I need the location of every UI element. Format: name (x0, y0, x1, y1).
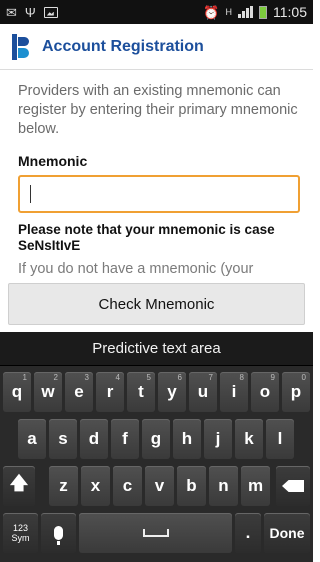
key-s[interactable]: s (49, 419, 77, 459)
key-f[interactable]: f (111, 419, 139, 459)
key-w[interactable]: w2 (34, 372, 62, 412)
mnemonic-input[interactable] (20, 177, 298, 211)
mic-key[interactable] (41, 513, 76, 553)
no-mnemonic-text: If you do not have a mnemonic (your (18, 261, 254, 277)
usb-icon: Ψ (24, 4, 36, 20)
app-header: Account Registration (0, 24, 313, 70)
shift-arrow-icon: 🡅 (9, 473, 29, 493)
key-n[interactable]: n (209, 466, 238, 506)
key-j[interactable]: j (204, 419, 232, 459)
key-e[interactable]: e3 (65, 372, 93, 412)
key-h[interactable]: h (173, 419, 201, 459)
keyboard-row-2: asdfghjkl (0, 419, 313, 461)
space-bar-icon (142, 529, 169, 537)
space-key[interactable] (79, 513, 232, 553)
mnemonic-field-wrapper[interactable] (18, 175, 300, 213)
key-o[interactable]: o9 (251, 372, 279, 412)
key-x[interactable]: x (81, 466, 110, 506)
done-key[interactable]: Done (264, 513, 310, 553)
soft-keyboard: Predictive text area q1w2e3r4t5y6u7i8o9p… (0, 332, 313, 562)
key-i[interactable]: i8 (220, 372, 248, 412)
key-number-hint: 6 (177, 373, 182, 382)
key-y[interactable]: y6 (158, 372, 186, 412)
key-g[interactable]: g (142, 419, 170, 459)
key-l[interactable]: l (266, 419, 294, 459)
page-title: Account Registration (42, 37, 204, 55)
app-logo-icon (12, 33, 30, 60)
key-c[interactable]: c (113, 466, 142, 506)
status-time: 11:05 (273, 4, 307, 20)
mnemonic-label: Mnemonic (18, 153, 88, 169)
case-sensitive-note: Please note that your mnemonic is case S… (18, 222, 275, 253)
key-number-hint: 3 (84, 373, 89, 382)
signal-icon (238, 6, 253, 18)
registration-form: Providers with an existing mnemonic can … (18, 82, 300, 279)
key-a[interactable]: a (18, 419, 46, 459)
key-number-hint: 5 (146, 373, 151, 382)
key-r[interactable]: r4 (96, 372, 124, 412)
alarm-icon: ⏰ (203, 4, 220, 20)
intro-text: Providers with an existing mnemonic can … (18, 83, 298, 137)
key-number-hint: 8 (239, 373, 244, 382)
text-cursor (30, 185, 31, 203)
key-p[interactable]: p0 (282, 372, 310, 412)
battery-icon (259, 5, 267, 19)
key-v[interactable]: v (145, 466, 174, 506)
network-type-icon: H (225, 6, 233, 17)
image-notification-icon (43, 6, 58, 18)
shift-key[interactable]: 🡅 (3, 466, 35, 506)
keyboard-row-4: 123 Sym . Done (0, 513, 313, 555)
key-number-hint: 1 (22, 373, 27, 382)
key-u[interactable]: u7 (189, 372, 217, 412)
key-number-hint: 9 (270, 373, 275, 382)
period-key[interactable]: . (235, 513, 261, 553)
key-m[interactable]: m (241, 466, 270, 506)
key-number-hint: 4 (115, 373, 120, 382)
check-mnemonic-button[interactable]: Check Mnemonic (8, 283, 305, 325)
key-z[interactable]: z (49, 466, 78, 506)
status-bar: ✉ Ψ ⏰ H 11:05 (0, 0, 313, 24)
keyboard-row-1: q1w2e3r4t5y6u7i8o9p0 (0, 372, 313, 414)
backspace-icon (282, 480, 304, 492)
status-right: ⏰ H 11:05 (203, 4, 307, 20)
microphone-icon (54, 526, 63, 545)
key-number-hint: 2 (53, 373, 58, 382)
key-b[interactable]: b (177, 466, 206, 506)
keyboard-row-3: 🡅 zxcvbnm (0, 466, 313, 508)
key-number-hint: 0 (301, 373, 306, 382)
message-icon: ✉ (6, 4, 17, 20)
key-q[interactable]: q1 (3, 372, 31, 412)
key-d[interactable]: d (80, 419, 108, 459)
predictive-text-area[interactable]: Predictive text area (0, 332, 313, 366)
key-t[interactable]: t5 (127, 372, 155, 412)
key-k[interactable]: k (235, 419, 263, 459)
status-left: ✉ Ψ (6, 6, 58, 19)
sym-key[interactable]: 123 Sym (3, 513, 38, 553)
key-number-hint: 7 (208, 373, 213, 382)
backspace-key[interactable] (276, 466, 310, 506)
